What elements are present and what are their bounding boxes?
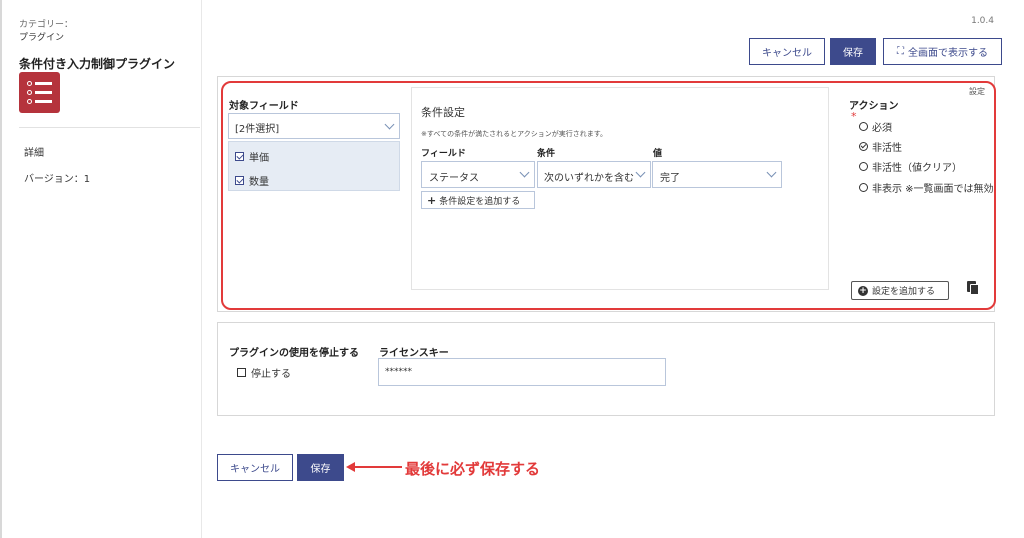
- checkbox-icon: [237, 368, 246, 377]
- chevron-down-icon: [766, 167, 777, 178]
- plus-circle-icon: +: [858, 285, 868, 296]
- add-condition-label: 条件設定を追加する: [439, 196, 521, 207]
- condition-value-select[interactable]: 完了: [652, 161, 782, 188]
- action-option-label: 非活性（値クリア）: [872, 163, 962, 174]
- fullscreen-button[interactable]: ⛶ 全画面で表示する: [883, 38, 1002, 65]
- action-option-label: 非表示 ※一覧画面では無効: [872, 184, 993, 195]
- license-key-value: ******: [385, 367, 412, 377]
- chevron-down-icon: [519, 167, 530, 178]
- sidebar-version: バージョン：1: [24, 174, 91, 185]
- condition-field-value: ステータス: [429, 173, 479, 184]
- target-field-list: 単価 数量: [228, 141, 400, 191]
- action-option-label: 非活性: [872, 143, 902, 154]
- save-button[interactable]: 保存: [830, 38, 876, 65]
- stop-plugin-title: プラグインの使用を停止する: [229, 348, 359, 359]
- chevron-down-icon: [384, 119, 395, 130]
- radio-icon: [859, 183, 868, 192]
- radio-icon: [859, 122, 868, 131]
- target-field-option[interactable]: 単価: [235, 149, 269, 164]
- condition-operator-value: 次のいずれかを含む: [544, 173, 634, 184]
- radio-checked-icon: [859, 142, 868, 151]
- checkbox-checked-icon: [235, 176, 244, 185]
- sidebar: カテゴリー： プラグイン 条件付き入力制御プラグイン 詳細 バージョン：1: [2, 0, 202, 538]
- stop-plugin-label: 停止する: [251, 369, 291, 380]
- stop-plugin-checkbox[interactable]: 停止する: [237, 365, 291, 380]
- bottom-cancel-button[interactable]: キャンセル: [217, 454, 293, 481]
- action-option-disabled-clear[interactable]: 非活性（値クリア）: [859, 159, 962, 174]
- copy-icon[interactable]: [967, 281, 979, 295]
- add-condition-button[interactable]: + 条件設定を追加する: [421, 191, 535, 209]
- condition-field-select[interactable]: ステータス: [421, 161, 535, 188]
- condition-title: 条件設定: [421, 106, 465, 119]
- condition-value-text: 完了: [660, 173, 680, 184]
- action-option-label: 必須: [872, 123, 892, 134]
- column-header-value: 値: [653, 149, 663, 159]
- sidebar-item-detail[interactable]: 詳細: [24, 144, 44, 159]
- target-field-select[interactable]: [2件選択]: [228, 113, 400, 139]
- action-option-hidden[interactable]: 非表示 ※一覧画面では無効: [859, 180, 993, 195]
- license-key-input[interactable]: ******: [378, 358, 666, 386]
- condition-panel: [411, 87, 829, 290]
- radio-icon: [859, 162, 868, 171]
- column-header-condition: 条件: [537, 149, 556, 159]
- action-options: 必須 非活性 非活性（値クリア） 非表示 ※一覧画面では無効: [845, 90, 993, 210]
- target-field-option[interactable]: 数量: [235, 173, 269, 188]
- add-setting-button[interactable]: + 設定を追加する: [851, 281, 949, 300]
- add-setting-label: 設定を追加する: [872, 287, 936, 297]
- license-key-title: ライセンスキー: [379, 348, 449, 359]
- action-option-required[interactable]: 必須: [859, 119, 892, 134]
- plugin-checklist-icon: [19, 72, 60, 113]
- target-field-option-label: 単価: [249, 153, 269, 164]
- chevron-down-icon: [635, 167, 646, 178]
- fullscreen-label: 全画面で表示する: [908, 48, 988, 59]
- target-field-select-value: [2件選択]: [235, 124, 280, 135]
- arrow-left-icon: [346, 462, 402, 472]
- condition-operator-select[interactable]: 次のいずれかを含む: [537, 161, 651, 188]
- target-field-title: 対象フィールド: [229, 101, 299, 112]
- save-reminder-note: 最後に必ず保存する: [405, 460, 541, 478]
- condition-note: ※すべての条件が満たされるとアクションが実行されます。: [421, 130, 608, 138]
- cancel-button[interactable]: キャンセル: [749, 38, 825, 65]
- checkbox-checked-icon: [235, 152, 244, 161]
- action-option-disabled[interactable]: 非活性: [859, 139, 902, 154]
- version-number: 1.0.4: [971, 16, 994, 26]
- plugin-title: 条件付き入力制御プラグイン: [19, 57, 176, 71]
- category-label: カテゴリー：: [19, 20, 74, 30]
- column-header-field: フィールド: [421, 149, 466, 159]
- fullscreen-icon: ⛶: [897, 46, 904, 57]
- category-value: プラグイン: [19, 33, 65, 43]
- bottom-save-button[interactable]: 保存: [297, 454, 344, 481]
- sidebar-divider: [19, 127, 200, 128]
- target-field-option-label: 数量: [249, 177, 269, 188]
- plus-icon: +: [427, 193, 437, 207]
